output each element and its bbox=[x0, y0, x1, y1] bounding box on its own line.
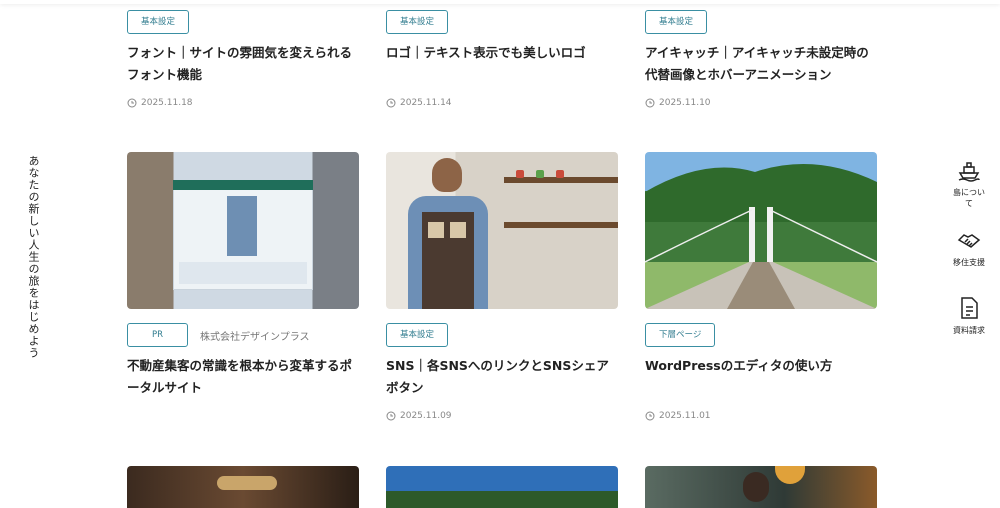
side-nav-label: 資料請求 bbox=[953, 326, 985, 335]
article-title[interactable]: ロゴ｜テキスト表示でも美しいロゴ bbox=[386, 42, 618, 64]
document-icon bbox=[961, 297, 978, 319]
ship-icon bbox=[958, 162, 980, 182]
handshake-icon bbox=[957, 234, 981, 248]
article-card[interactable] bbox=[645, 466, 877, 508]
thumbnail-suspension-bridge[interactable] bbox=[645, 152, 877, 309]
category-tag[interactable]: 基本設定 bbox=[386, 10, 449, 34]
date-text: 2025.11.10 bbox=[659, 98, 711, 108]
date-text: 2025.11.09 bbox=[400, 411, 452, 421]
article-title[interactable]: フォント｜サイトの雰囲気を変えられるフォント機能 bbox=[127, 42, 359, 86]
article-title[interactable]: SNS｜各SNSへのリンクとSNSシェアボタン bbox=[386, 355, 618, 399]
article-card[interactable]: 下層ページ WordPressのエディタの使い方 2025.11.01 bbox=[645, 152, 877, 421]
bridge-illustration bbox=[645, 164, 877, 309]
clock-icon bbox=[645, 98, 655, 108]
date-text: 2025.11.18 bbox=[141, 98, 193, 108]
clock-icon bbox=[386, 411, 396, 421]
article-title[interactable]: アイキャッチ｜アイキャッチ未設定時の代替画像とホバーアニメーション bbox=[645, 42, 877, 86]
article-card[interactable] bbox=[386, 466, 618, 508]
clock-icon bbox=[645, 411, 655, 421]
article-title[interactable]: WordPressのエディタの使い方 bbox=[645, 355, 877, 377]
company-name: 株式会社デザインプラス bbox=[200, 331, 310, 343]
post-date: 2025.11.10 bbox=[645, 98, 877, 108]
article-title[interactable]: 不動産集客の常識を根本から変革するポータルサイト bbox=[127, 355, 359, 399]
category-tag[interactable]: 基本設定 bbox=[386, 323, 449, 347]
pr-tag[interactable]: PR bbox=[127, 323, 189, 347]
article-card[interactable]: 基本設定 フォント｜サイトの雰囲気を変えられるフォント機能 2025.11.18 bbox=[127, 10, 359, 108]
side-nav-label: 島について bbox=[953, 188, 985, 208]
date-text: 2025.11.01 bbox=[659, 411, 711, 421]
vertical-tagline: あなたの新しい人生の旅をはじめよう bbox=[27, 155, 40, 359]
article-card[interactable]: 基本設定 ロゴ｜テキスト表示でも美しいロゴ 2025.11.14 bbox=[386, 10, 618, 108]
side-nav-about[interactable]: 島について bbox=[950, 158, 988, 209]
thumbnail-landscape[interactable] bbox=[386, 466, 618, 508]
article-card[interactable]: PR 株式会社デザインプラス 不動産集客の常識を根本から変革するポータルサイト bbox=[127, 152, 359, 399]
thumbnail-realestate-portal[interactable] bbox=[127, 152, 359, 309]
category-tag[interactable]: 基本設定 bbox=[645, 10, 708, 34]
thumbnail-interior[interactable] bbox=[127, 466, 359, 508]
post-date: 2025.11.09 bbox=[386, 411, 618, 421]
post-date: 2025.11.18 bbox=[127, 98, 359, 108]
side-nav-request[interactable]: 資料請求 bbox=[950, 296, 988, 336]
post-date: 2025.11.14 bbox=[386, 98, 618, 108]
article-card[interactable]: 基本設定 SNS｜各SNSへのリンクとSNSシェアボタン 2025.11.09 bbox=[386, 152, 618, 421]
date-text: 2025.11.14 bbox=[400, 98, 452, 108]
article-card[interactable] bbox=[127, 466, 359, 508]
side-nav-support[interactable]: 移住支援 bbox=[950, 228, 988, 268]
clock-icon bbox=[386, 98, 396, 108]
post-date: 2025.11.01 bbox=[645, 411, 877, 421]
thumbnail-person[interactable] bbox=[645, 466, 877, 508]
top-header-bar bbox=[0, 0, 1000, 4]
article-card[interactable]: 基本設定 アイキャッチ｜アイキャッチ未設定時の代替画像とホバーアニメーション 2… bbox=[645, 10, 877, 108]
side-nav-label: 移住支援 bbox=[953, 258, 985, 267]
category-tag[interactable]: 下層ページ bbox=[645, 323, 716, 347]
category-tag[interactable]: 基本設定 bbox=[127, 10, 190, 34]
thumbnail-barista[interactable] bbox=[386, 152, 618, 309]
clock-icon bbox=[127, 98, 137, 108]
